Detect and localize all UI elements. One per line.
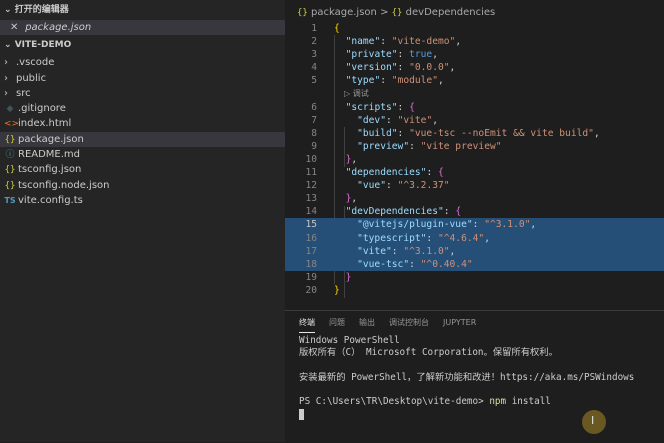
panel-tabs: 终端 问题 输出 调试控制台 JUPYTER bbox=[285, 311, 664, 335]
project-title: VITE-DEMO bbox=[14, 40, 72, 51]
code-line: 20} bbox=[305, 284, 340, 296]
file-tree-label: .vscode bbox=[16, 57, 55, 69]
git-file-icon: ◆ bbox=[6, 104, 14, 115]
file-tree-item[interactable]: › public bbox=[0, 71, 285, 86]
code-line-selected: 17 "vite": "^3.1.0", bbox=[285, 244, 664, 258]
code-editor[interactable]: 1{ 2 "name": "vite-demo", 3 "private": t… bbox=[285, 22, 664, 298]
code-line: 7 "dev": "vite", bbox=[311, 114, 438, 126]
panel-tab[interactable]: 终端 bbox=[299, 311, 315, 335]
panel-tab[interactable]: JUPYTER bbox=[443, 311, 476, 335]
file-tree-label: public bbox=[16, 72, 47, 84]
file-tree-item[interactable]: › src bbox=[0, 86, 285, 101]
code-line: 4 "version": "0.0.0", bbox=[311, 62, 456, 74]
open-editors-header[interactable]: ⌄ 打开的编辑器 bbox=[0, 0, 285, 20]
file-tree-label: vite.config.ts bbox=[18, 194, 83, 206]
json-file-icon: {} bbox=[4, 134, 16, 145]
file-tree-item[interactable]: › .vscode bbox=[0, 55, 285, 70]
chevron-down-icon: ⌄ bbox=[4, 40, 15, 51]
open-editor-item[interactable]: ✕ package.json bbox=[0, 20, 285, 36]
terminal-line: 安装最新的 PowerShell，了解新功能和改进！https://aka.ms… bbox=[299, 371, 635, 383]
json-file-icon: {} bbox=[4, 180, 16, 191]
code-line: 14 "devDependencies": { bbox=[305, 206, 462, 218]
json-file-icon: {} bbox=[297, 8, 308, 18]
braces-icon: {} bbox=[391, 8, 403, 18]
terminal-prompt-line: PS C:\Users\TR\Desktop\vite-demo> npm in… bbox=[299, 396, 664, 408]
breadcrumb: {} package.json > {} devDependencies bbox=[285, 0, 664, 22]
editor-area: {} package.json > {} devDependencies 1{ … bbox=[285, 0, 664, 310]
file-tree-item[interactable]: ◆ .gitignore bbox=[0, 101, 285, 116]
code-line: 9 "preview": "vite preview" bbox=[311, 140, 502, 152]
code-line: 8 "build": "vue-tsc --noEmit && vite bui… bbox=[311, 127, 600, 139]
mouse-cursor-highlight: I bbox=[582, 410, 606, 434]
file-tree-item[interactable]: {} tsconfig.node.json bbox=[0, 178, 285, 193]
open-editors-title: 打开的编辑器 bbox=[14, 5, 69, 15]
terminal-prompt: PS C:\Users\TR\Desktop\vite-demo> bbox=[299, 396, 490, 408]
breadcrumb-separator: > bbox=[380, 7, 389, 18]
file-tree-item[interactable]: TS vite.config.ts bbox=[0, 193, 285, 208]
terminal-command: npm bbox=[489, 396, 507, 408]
code-line-selected: 16 "typescript": "^4.6.4", bbox=[285, 231, 664, 245]
terminal-command-args: install bbox=[506, 396, 551, 408]
file-tree-item[interactable]: ⓘ README.md bbox=[0, 147, 285, 162]
file-tree-label: tsconfig.node.json bbox=[18, 179, 110, 191]
terminal-line: 版权所有（C） Microsoft Corporation。保留所有权利。 bbox=[299, 347, 558, 359]
terminal[interactable]: Windows PowerShell 版权所有（C） Microsoft Corp… bbox=[285, 335, 664, 421]
file-tree-label: index.html bbox=[18, 118, 72, 130]
breadcrumb-file[interactable]: package.json bbox=[311, 7, 377, 18]
file-tree-item[interactable]: <>index.html bbox=[0, 116, 285, 131]
terminal-cursor bbox=[299, 408, 304, 420]
bottom-panel: 终端 问题 输出 调试控制台 JUPYTER Windows PowerShell 版权所… bbox=[285, 310, 664, 443]
file-tree-label: README.md bbox=[18, 149, 81, 161]
code-line: 19 } bbox=[305, 271, 352, 283]
codelens-debug[interactable]: ▷ 调试 bbox=[285, 87, 664, 100]
play-icon: ▷ bbox=[344, 89, 353, 99]
info-file-icon: ⓘ bbox=[5, 150, 15, 161]
terminal-line: Windows PowerShell bbox=[299, 335, 400, 346]
close-icon[interactable]: ✕ bbox=[10, 20, 22, 35]
code-line: 3 "private": true, bbox=[311, 49, 438, 61]
explorer-sidebar: ⌄ 打开的编辑器 ✕ package.json ⌄ VITE-DEMO › .vs… bbox=[0, 0, 285, 442]
breadcrumb-section[interactable]: devDependencies bbox=[406, 7, 496, 18]
text-cursor-icon: I bbox=[591, 414, 595, 427]
file-tree-item[interactable]: {} package.json bbox=[0, 131, 285, 148]
file-tree-label: package.json bbox=[18, 133, 84, 145]
code-line: 6 "scripts": { bbox=[311, 101, 415, 113]
code-line: 1{ bbox=[311, 23, 340, 34]
code-line: 12 "vue": "^3.2.37" bbox=[305, 180, 450, 192]
project-header[interactable]: ⌄ VITE-DEMO bbox=[0, 35, 285, 55]
file-tree-item[interactable]: {} tsconfig.json bbox=[0, 162, 285, 177]
html-file-icon: <> bbox=[4, 119, 20, 130]
open-editor-filename: package.json bbox=[25, 22, 92, 33]
file-tree-label: tsconfig.json bbox=[18, 164, 82, 176]
file-tree: › .vscode › public › src ◆ .gitignore <>index.ht… bbox=[0, 55, 285, 208]
code-line: 13 }, bbox=[305, 193, 358, 205]
chevron-right-icon: › bbox=[4, 72, 8, 84]
ts-file-icon: TS bbox=[4, 195, 16, 205]
panel-tab[interactable]: 调试控制台 bbox=[389, 311, 429, 335]
panel-tab[interactable]: 输出 bbox=[359, 311, 375, 335]
chevron-right-icon: › bbox=[4, 87, 8, 99]
file-tree-label: .gitignore bbox=[18, 103, 66, 115]
code-line-selected: 18 "vue-tsc": "^0.40.4" bbox=[285, 257, 664, 271]
panel-tab[interactable]: 问题 bbox=[329, 311, 345, 335]
code-line-selected: 15 "@vitejs/plugin-vue": "^3.1.0", bbox=[285, 218, 664, 232]
code-line: 10 }, bbox=[305, 153, 358, 165]
chevron-right-icon: › bbox=[4, 57, 8, 69]
file-tree-label: src bbox=[16, 87, 31, 99]
code-line: 2 "name": "vite-demo", bbox=[311, 36, 462, 48]
code-line: 5 "type": "module", bbox=[311, 75, 444, 87]
code-line: 11 "dependencies": { bbox=[305, 167, 444, 179]
chevron-down-icon: ⌄ bbox=[4, 5, 15, 15]
json-file-icon: {} bbox=[4, 165, 16, 176]
